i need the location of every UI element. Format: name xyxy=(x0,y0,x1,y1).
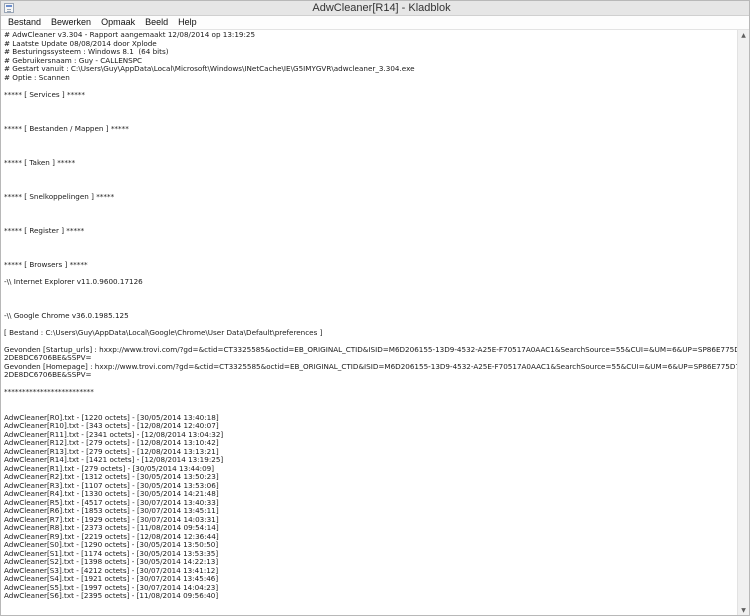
text-line xyxy=(4,286,738,295)
text-line: [ Bestand : C:\Users\Guy\AppData\Local\G… xyxy=(4,327,323,337)
text-line xyxy=(4,176,738,185)
text-line xyxy=(4,184,738,193)
text-line xyxy=(4,167,738,176)
text-line: ***** [ Taken ] ***** xyxy=(4,157,76,167)
text-line: # Gestart vanuit : C:\Users\Guy\AppData\… xyxy=(4,64,415,73)
text-line: # Optie : Scannen xyxy=(4,72,70,82)
text-line: ***** [ Services ] ***** xyxy=(4,89,85,99)
text-line: ***** [ Browsers ] ***** xyxy=(4,259,88,269)
text-line xyxy=(4,235,738,244)
text-line xyxy=(4,218,738,227)
text-line xyxy=(4,150,738,159)
text-editor-area[interactable]: # AdwCleaner v3.304 - Rapport aangemaakt… xyxy=(1,30,738,615)
text-line xyxy=(4,252,738,261)
vertical-scrollbar[interactable]: ▲ ▼ xyxy=(737,30,749,615)
text-line xyxy=(4,210,738,219)
text-line: -\\ Internet Explorer v11.0.9600.17126 xyxy=(4,276,143,286)
text-line xyxy=(4,295,738,304)
text-line: ***** [ Bestanden / Mappen ] ***** xyxy=(4,123,129,133)
text-line xyxy=(4,108,738,117)
text-line xyxy=(4,82,738,91)
menu-item-beeld[interactable]: Beeld xyxy=(140,16,173,29)
text-line: AdwCleaner[S6].txt - [2395 octets] - [11… xyxy=(4,591,219,600)
text-line xyxy=(4,133,738,142)
text-line: -\\ Google Chrome v36.0.1985.125 xyxy=(4,310,129,320)
menu-item-bewerken[interactable]: Bewerken xyxy=(46,16,96,29)
text-line: ***** [ Snelkoppelingen ] ***** xyxy=(4,191,115,201)
menu-item-opmaak[interactable]: Opmaak xyxy=(96,16,140,29)
scroll-down-arrow-icon[interactable]: ▼ xyxy=(738,605,749,615)
menu-item-help[interactable]: Help xyxy=(173,16,202,29)
text-line: ***** [ Register ] ***** xyxy=(4,225,85,235)
title-bar[interactable]: AdwCleaner[R14] - Kladblok xyxy=(1,1,749,16)
menu-bar: Bestand Bewerken Opmaak Beeld Help xyxy=(1,16,749,30)
notepad-app-icon[interactable] xyxy=(4,3,14,13)
scroll-up-arrow-icon[interactable]: ▲ xyxy=(738,30,749,40)
text-line: Gevonden [Startup_urls] : hxxp://www.tro… xyxy=(4,344,738,354)
text-line xyxy=(4,609,738,615)
text-line xyxy=(4,99,738,108)
text-line xyxy=(4,601,738,610)
menu-item-bestand[interactable]: Bestand xyxy=(3,16,46,29)
text-line xyxy=(4,142,738,151)
text-line xyxy=(4,201,738,210)
text-line: 2DE8DC6706BE&SSPV= xyxy=(4,370,92,379)
text-line xyxy=(4,397,738,406)
text-line xyxy=(4,244,738,253)
window-title: AdwCleaner[R14] - Kladblok xyxy=(312,2,451,14)
text-line: ************************* xyxy=(4,387,94,396)
text-line xyxy=(4,380,738,389)
notepad-window: AdwCleaner[R14] - Kladblok Bestand Bewerk… xyxy=(0,0,750,616)
text-line: Gevonden [Homepage] : hxxp://www.trovi.c… xyxy=(4,361,738,371)
